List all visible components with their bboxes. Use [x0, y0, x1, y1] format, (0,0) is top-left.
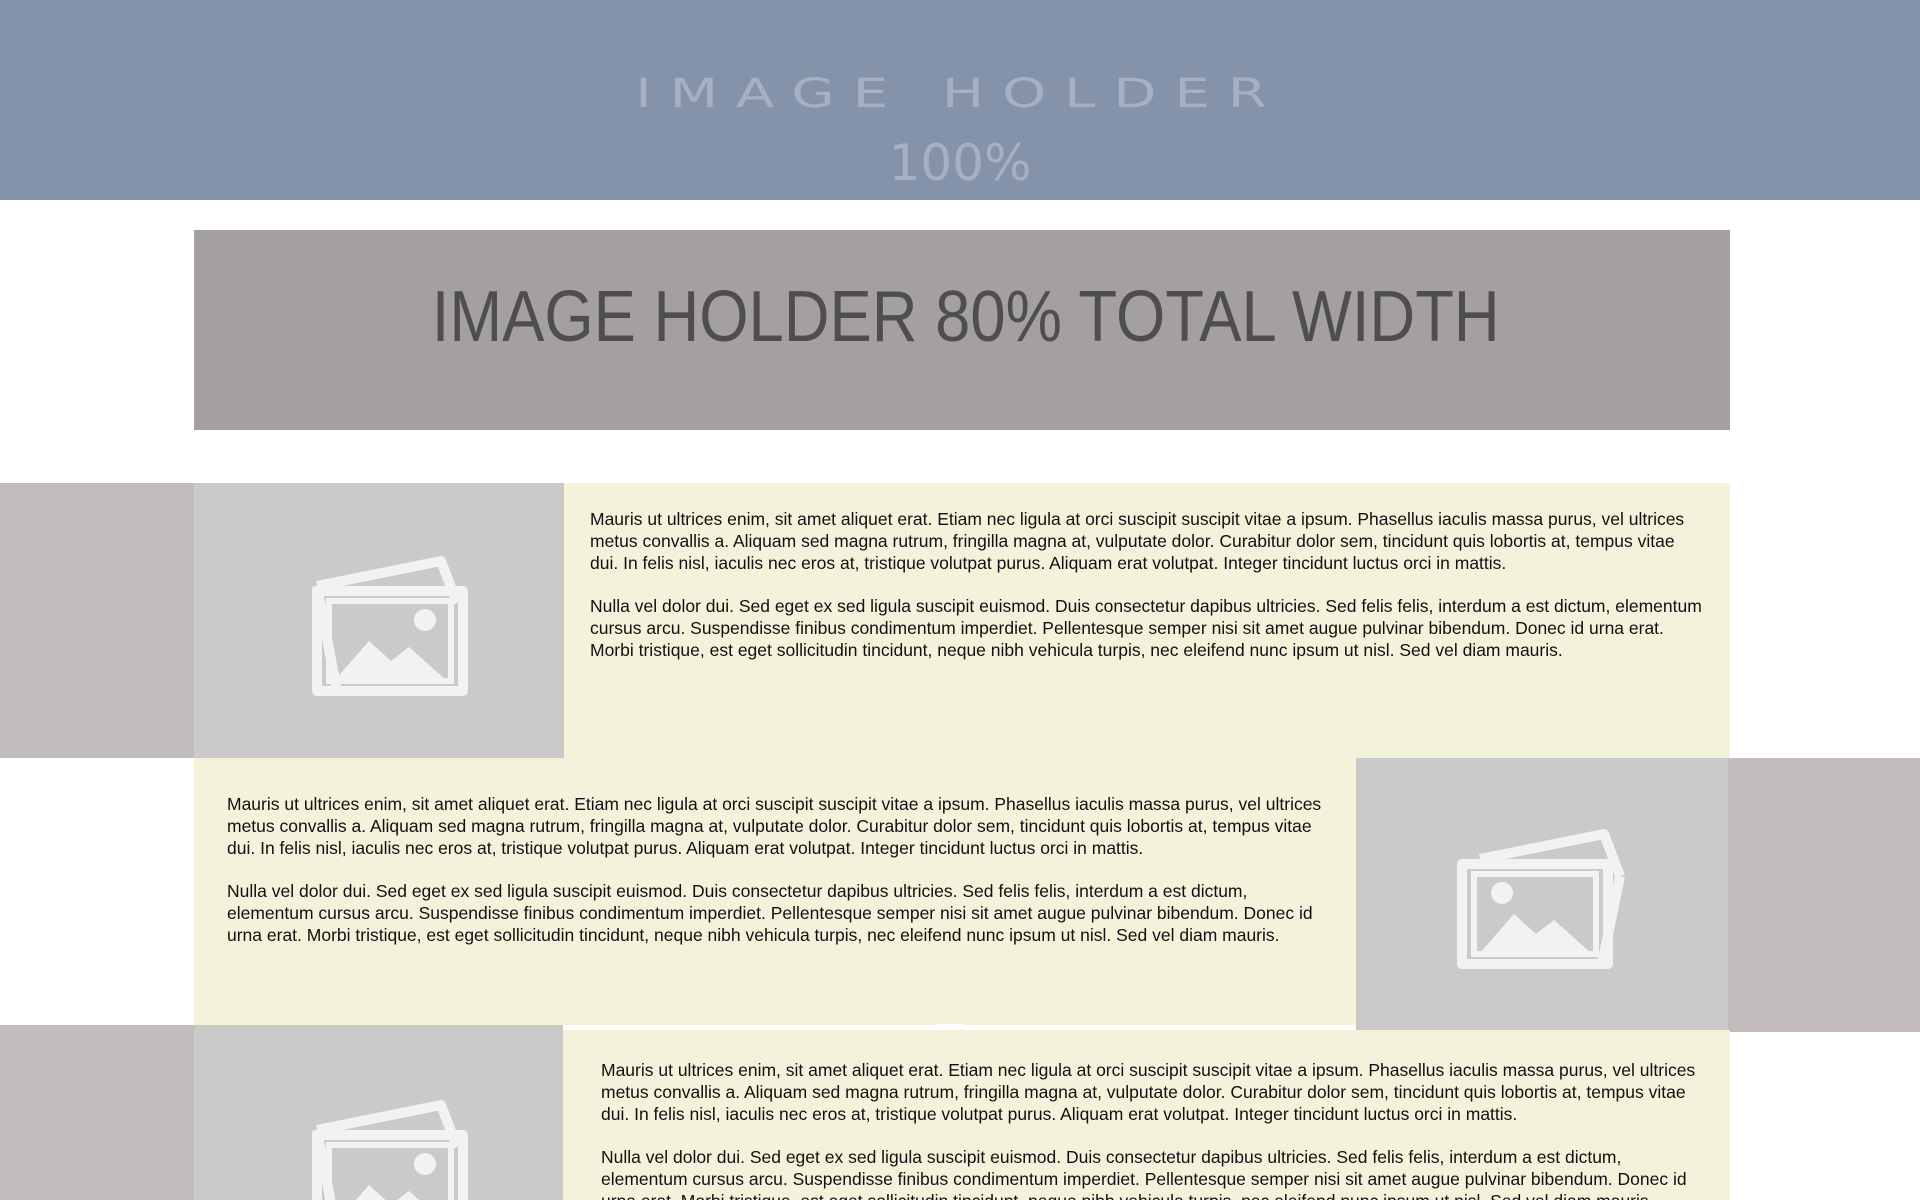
paragraph: Nulla vel dolor dui. Sed eget ex sed lig…: [227, 881, 1313, 945]
full-width-image-holder-title: IMAGE HOLDER: [635, 70, 1285, 118]
divider: [935, 1024, 963, 1026]
image-gallery-icon: [312, 555, 468, 696]
text-block: Mauris ut ultrices enim, sit amet alique…: [590, 508, 1702, 682]
image-placeholder: [1356, 758, 1728, 1030]
image-placeholder: [194, 483, 564, 758]
image-placeholder: [194, 1025, 563, 1200]
eighty-percent-image-holder-title: IMAGE HOLDER 80% TOTAL WIDTH: [431, 277, 1500, 357]
paragraph: Mauris ut ultrices enim, sit amet alique…: [601, 1060, 1696, 1124]
paragraph: Nulla vel dolor dui. Sed eget ex sed lig…: [590, 596, 1702, 660]
full-width-image-holder-subtitle: 100%: [888, 134, 1032, 192]
paragraph: Mauris ut ultrices enim, sit amet alique…: [590, 509, 1685, 573]
paragraph: Nulla vel dolor dui. Sed eget ex sed lig…: [601, 1147, 1687, 1200]
left-side-block: [0, 483, 194, 758]
text-block: Mauris ut ultrices enim, sit amet alique…: [601, 1059, 1711, 1200]
left-side-block: [0, 1025, 194, 1200]
right-side-block: [1728, 758, 1920, 1032]
page: IMAGE HOLDER 100% IMAGE HOLDER 80% TOTAL…: [0, 0, 1920, 1200]
paragraph: Mauris ut ultrices enim, sit amet alique…: [227, 794, 1322, 858]
text-block: Mauris ut ultrices enim, sit amet alique…: [227, 793, 1337, 967]
full-width-image-holder: IMAGE HOLDER 100%: [0, 0, 1920, 200]
image-gallery-icon: [1457, 829, 1625, 969]
image-gallery-icon: [311, 1100, 468, 1200]
